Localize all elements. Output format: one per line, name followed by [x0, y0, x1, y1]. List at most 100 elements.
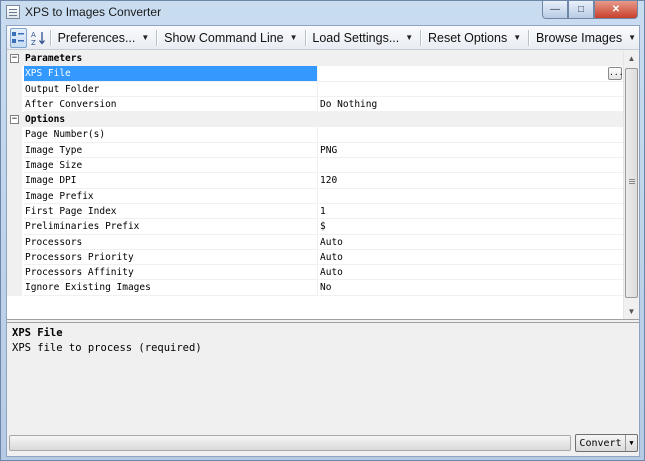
property-name: Image Type — [24, 142, 318, 159]
minimize-button[interactable]: — — [542, 1, 568, 19]
toolbar-separator — [49, 29, 51, 46]
property-value[interactable]: $ — [319, 219, 623, 235]
row-gutter — [7, 127, 22, 143]
reset-options-menu[interactable]: Reset Options ▼ — [425, 28, 524, 48]
dropdown-arrow-icon[interactable]: ▼ — [625, 435, 637, 451]
convert-label: Convert — [579, 437, 622, 449]
reset-options-label: Reset Options — [427, 30, 508, 45]
property-row-image-type[interactable]: Image Type PNG — [7, 142, 623, 159]
row-gutter — [7, 96, 22, 113]
progress-bar — [9, 435, 571, 451]
row-gutter — [7, 280, 22, 296]
show-command-line-menu[interactable]: Show Command Line ▼ — [161, 28, 300, 48]
property-value[interactable]: PNG — [319, 143, 623, 159]
browse-images-label: Browse Images — [535, 30, 623, 45]
property-value[interactable] — [319, 158, 623, 174]
svg-text:A: A — [31, 31, 36, 39]
property-value[interactable]: 120 — [319, 173, 623, 189]
maximize-button[interactable]: □ — [568, 1, 594, 19]
property-name: Ignore Existing Images — [24, 280, 318, 296]
property-name: Processors Priority — [24, 249, 318, 266]
property-row-ignore-existing-images[interactable]: Ignore Existing Images No — [7, 280, 623, 296]
svg-text:Z: Z — [31, 39, 36, 46]
toolbar-separator — [528, 29, 529, 46]
load-settings-label: Load Settings... — [312, 30, 400, 45]
scroll-up-icon[interactable]: ▲ — [624, 51, 639, 67]
property-value[interactable]: Auto — [319, 265, 623, 281]
show-command-line-label: Show Command Line — [164, 30, 284, 45]
toolbar-separator — [156, 29, 158, 46]
property-row-image-prefix[interactable]: Image Prefix — [7, 188, 623, 204]
property-name: Image Prefix — [24, 188, 318, 204]
toolbar-separator — [420, 29, 421, 46]
collapse-icon[interactable]: − — [10, 115, 19, 125]
property-value[interactable] — [319, 127, 623, 143]
caption-buttons: — □ ✕ — [542, 1, 638, 19]
property-row-image-dpi[interactable]: Image DPI 120 — [7, 173, 623, 189]
property-row-page-numbers[interactable]: Page Number(s) — [7, 127, 623, 143]
property-row-image-size[interactable]: Image Size — [7, 158, 623, 174]
bottom-bar: Convert ▼ — [7, 430, 639, 456]
browse-file-button[interactable]: ... — [608, 67, 623, 81]
collapse-icon[interactable]: − — [10, 54, 19, 63]
categorized-view-icon[interactable] — [10, 27, 27, 48]
property-value[interactable] — [319, 189, 623, 204]
category-label: Options — [25, 114, 66, 126]
dropdown-arrow-icon: ▼ — [141, 33, 150, 42]
property-row-xps-file[interactable]: XPS File ... — [7, 66, 623, 82]
property-row-processors-affinity[interactable]: Processors Affinity Auto — [7, 265, 623, 281]
row-gutter — [7, 158, 22, 174]
category-options[interactable]: − Options — [7, 112, 623, 128]
property-row-output-folder[interactable]: Output Folder — [7, 81, 623, 97]
property-value[interactable]: No — [319, 280, 623, 296]
property-row-processors-priority[interactable]: Processors Priority Auto — [7, 249, 623, 266]
property-row-preliminaries-prefix[interactable]: Preliminaries Prefix $ — [7, 219, 623, 235]
title-bar: XPS to Images Converter — □ ✕ — [1, 1, 644, 23]
property-name: Processors — [24, 234, 318, 250]
row-gutter — [7, 81, 22, 97]
property-row-after-conversion[interactable]: After Conversion Do Nothing — [7, 96, 623, 113]
description-pane: XPS File XPS file to process (required) — [7, 322, 639, 428]
property-name: Output Folder — [24, 81, 318, 97]
row-gutter — [7, 219, 22, 235]
property-name: Image Size — [24, 158, 318, 174]
browse-images-menu[interactable]: Browse Images ▼ — [533, 28, 639, 48]
property-name: Preliminaries Prefix — [24, 219, 318, 235]
row-gutter — [7, 234, 22, 250]
property-value[interactable] — [319, 66, 623, 82]
property-value[interactable]: 1 — [319, 204, 623, 220]
client-area: A Z Preferences... ▼ Show Command Line ▼… — [6, 25, 640, 457]
row-gutter — [7, 66, 22, 82]
toolbar-separator — [304, 29, 306, 46]
preferences-menu[interactable]: Preferences... ▼ — [55, 28, 153, 48]
property-value[interactable]: Auto — [319, 250, 623, 266]
convert-button[interactable]: Convert ▼ — [575, 434, 638, 452]
property-name: XPS File — [24, 66, 318, 82]
row-gutter — [7, 203, 22, 220]
alphabetical-sort-icon[interactable]: A Z — [30, 28, 46, 48]
vertical-scrollbar[interactable]: ▲ ▼ — [623, 51, 639, 319]
preferences-label: Preferences... — [57, 30, 136, 45]
dropdown-arrow-icon: ▼ — [289, 33, 298, 42]
property-value[interactable] — [319, 82, 623, 97]
scroll-down-icon[interactable]: ▼ — [624, 304, 639, 319]
dropdown-arrow-icon: ▼ — [405, 33, 414, 42]
property-name: Image DPI — [24, 173, 318, 189]
property-row-processors[interactable]: Processors Auto — [7, 234, 623, 250]
property-name: Processors Affinity — [24, 265, 318, 281]
property-row-first-page-index[interactable]: First Page Index 1 — [7, 203, 623, 220]
property-value[interactable]: Do Nothing — [319, 97, 623, 113]
toolbar: A Z Preferences... ▼ Show Command Line ▼… — [7, 26, 639, 50]
row-gutter — [7, 173, 22, 189]
property-grid: − Parameters XPS File ... Output Folder … — [7, 51, 639, 320]
load-settings-menu[interactable]: Load Settings... ▼ — [309, 28, 416, 48]
property-name: After Conversion — [24, 96, 318, 113]
close-button[interactable]: ✕ — [594, 1, 638, 19]
category-parameters[interactable]: − Parameters — [7, 51, 623, 67]
description-title: XPS File — [12, 327, 63, 339]
property-value[interactable]: Auto — [319, 235, 623, 250]
row-gutter — [7, 142, 22, 159]
scrollbar-thumb[interactable] — [625, 68, 638, 298]
dropdown-arrow-icon: ▼ — [513, 33, 522, 42]
description-text: XPS file to process (required) — [12, 342, 202, 354]
